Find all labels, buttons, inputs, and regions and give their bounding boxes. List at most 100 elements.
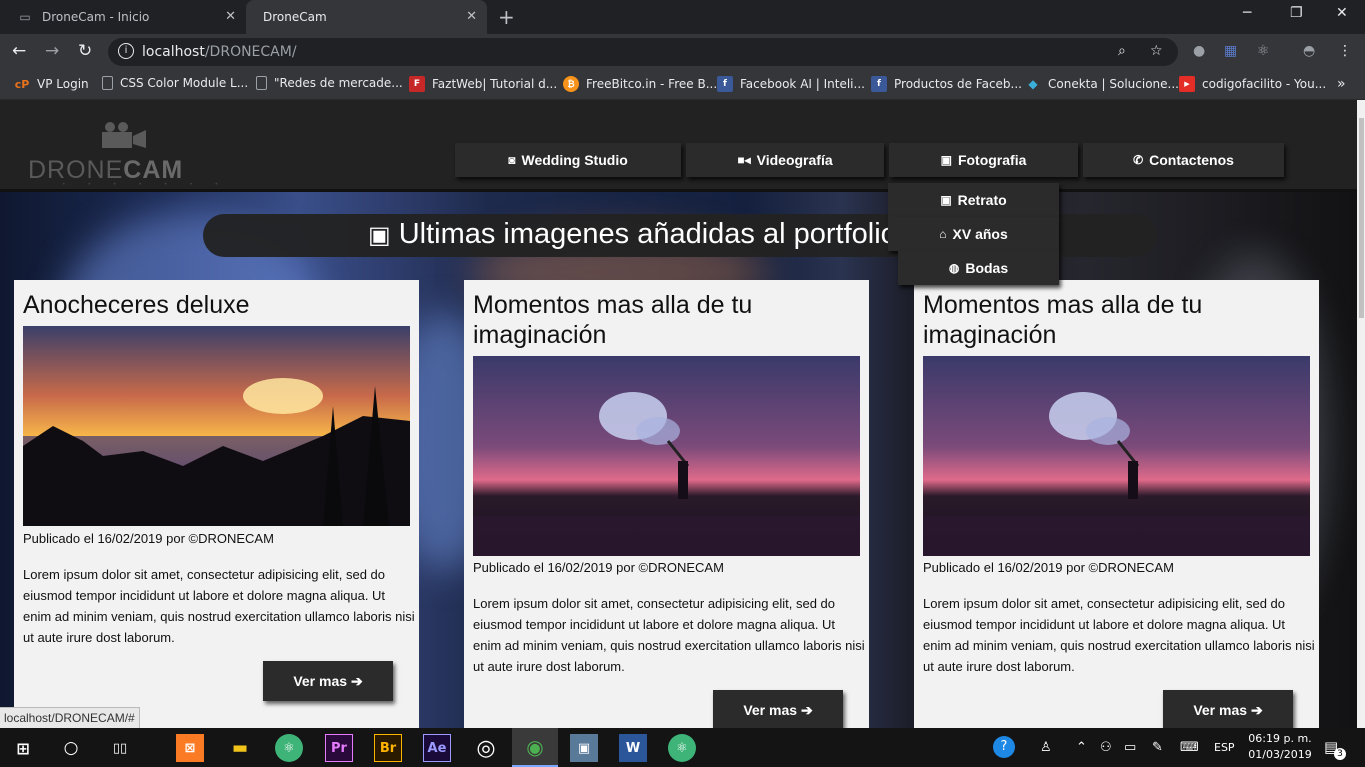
arrow-circle-icon: ➔ xyxy=(800,701,813,718)
incognito-icon[interactable]: ◓ xyxy=(1303,43,1315,59)
bitcoin-icon: ₿ xyxy=(563,76,579,92)
bookmark-facebook-ai[interactable]: f Facebook AI | Inteli... xyxy=(717,76,865,92)
help-icon[interactable]: ? xyxy=(993,736,1015,758)
dropdown-item-bodas[interactable]: ◍ Bodas xyxy=(898,251,1059,285)
target-icon[interactable]: ◎ xyxy=(472,734,500,762)
ver-mas-button[interactable]: Ver mas ➔ xyxy=(1163,690,1293,728)
menu-dots-icon[interactable]: ⋮ xyxy=(1338,43,1352,59)
video-icon: ■◂ xyxy=(737,153,751,167)
browser-tabstrip: ▭ DroneCam - Inicio ✕ DroneCam ✕ + ─ ❐ ✕ xyxy=(0,0,1365,34)
tab-title: DroneCam - Inicio xyxy=(42,10,150,24)
web-page: DRONECAM • • • • • • • ◙ Wedding Studio ■… xyxy=(0,100,1357,728)
premiere-icon[interactable]: Pr xyxy=(325,734,353,762)
bookmark-redes[interactable]: "Redes de mercade... xyxy=(256,76,403,90)
card-body: Lorem ipsum dolor sit amet, consectetur … xyxy=(473,596,865,674)
bookmarks-overflow-button[interactable]: » xyxy=(1337,76,1346,92)
tab-title: DroneCam xyxy=(263,10,327,24)
search-circle-icon[interactable]: ○ xyxy=(57,734,85,762)
arrow-circle-icon: ➔ xyxy=(1250,701,1263,718)
reload-icon[interactable]: ↻ xyxy=(78,41,92,61)
bookmark-star-icon[interactable]: ☆ xyxy=(1150,43,1163,59)
battery-icon[interactable]: ▭ xyxy=(1124,740,1136,755)
card-meta: Publicado el 16/02/2019 por ©DRONECAM xyxy=(923,560,1174,575)
nav-fotografia[interactable]: ▣ Fotografia xyxy=(889,143,1078,177)
conekta-icon: ◆ xyxy=(1028,77,1038,91)
zoom-icon[interactable]: ⌕ xyxy=(1118,43,1126,59)
clock-time: 06:19 p. m. xyxy=(1248,732,1312,745)
people-icon[interactable]: ♙ xyxy=(1040,740,1052,755)
bookmarks-bar: cP VP Login CSS Color Module L... "Redes … xyxy=(0,70,1365,100)
card-meta: Publicado el 16/02/2019 por ©DRONECAM xyxy=(23,531,274,546)
dropdown-item-xv-anos[interactable]: ⌂ XV años xyxy=(888,217,1059,251)
close-icon[interactable]: ✕ xyxy=(466,9,477,24)
page-favicon-icon: ▭ xyxy=(19,10,31,24)
keyboard-icon[interactable]: ⌨ xyxy=(1180,740,1199,755)
back-arrow-icon[interactable]: ← xyxy=(12,41,26,61)
card-body: Lorem ipsum dolor sit amet, consectetur … xyxy=(23,567,415,645)
portfolio-card-1: Anocheceres deluxe Publicado el 16/02/20… xyxy=(14,280,419,728)
notification-count-badge: 3 xyxy=(1334,748,1346,760)
card-body: Lorem ipsum dolor sit amet, consectetur … xyxy=(923,596,1315,674)
info-icon[interactable]: i xyxy=(118,43,134,59)
windows-start-icon[interactable]: ⊞ xyxy=(9,734,37,762)
messenger-extension-icon[interactable]: ● xyxy=(1193,43,1205,59)
react-extension-icon[interactable]: ⚛ xyxy=(1257,43,1270,59)
after-effects-icon[interactable]: Ae xyxy=(423,734,451,762)
image-viewer-icon[interactable]: ▣ xyxy=(570,734,598,762)
restore-button[interactable]: ❐ xyxy=(1290,5,1303,21)
close-icon[interactable]: ✕ xyxy=(225,9,236,24)
bookmark-conekta[interactable]: ◆ Conekta | Solucione... xyxy=(1025,76,1179,92)
scrollbar-thumb[interactable] xyxy=(1359,118,1364,318)
file-explorer-icon[interactable]: ▬ xyxy=(226,734,254,762)
portfolio-card-3: Momentos mas alla de tu imaginación Publ… xyxy=(914,280,1319,728)
faztweb-icon: F xyxy=(409,76,425,92)
chrome-icon[interactable]: ◉ xyxy=(512,728,558,767)
site-header: DRONECAM • • • • • • • ◙ Wedding Studio ■… xyxy=(0,100,1357,192)
card-image-sunset xyxy=(23,326,410,526)
pen-icon[interactable]: ✎ xyxy=(1152,740,1163,755)
banner-title: ▣ Ultimas imagenes añadidas al portfolio xyxy=(368,218,897,250)
bridge-icon[interactable]: Br xyxy=(374,734,402,762)
network-icon[interactable]: ⚇ xyxy=(1100,740,1112,755)
fotografia-dropdown: ▣ Retrato ⌂ XV años ◍ Bodas xyxy=(888,183,1059,285)
nav-contactenos[interactable]: ✆ Contactenos xyxy=(1083,143,1284,177)
dropdown-item-retrato[interactable]: ▣ Retrato xyxy=(888,183,1059,217)
task-view-icon[interactable]: ▯▯ xyxy=(106,734,134,762)
card-image-smoke xyxy=(473,356,860,556)
minimize-button[interactable]: ─ xyxy=(1243,5,1251,21)
bookmark-vp-login[interactable]: cP VP Login xyxy=(14,76,89,92)
camera-logo-icon xyxy=(102,122,146,148)
bookmark-faztweb[interactable]: F FaztWeb| Tutorial d... xyxy=(409,76,557,92)
logo-underline: • • • • • • • xyxy=(62,181,229,188)
bookmark-codigofacilito[interactable]: ▶ codigofacilito - You... xyxy=(1179,76,1326,92)
portfolio-card-2: Momentos mas alla de tu imaginación Publ… xyxy=(464,280,869,728)
language-indicator[interactable]: ESP xyxy=(1214,741,1235,754)
chevron-up-icon[interactable]: ⌃ xyxy=(1076,740,1087,755)
tab-dronecam-inicio[interactable]: ▭ DroneCam - Inicio ✕ xyxy=(0,0,246,34)
youtube-icon: ▶ xyxy=(1179,76,1195,92)
atom-icon-2[interactable]: ⚛ xyxy=(668,734,696,762)
clock-date: 01/03/2019 xyxy=(1248,748,1312,761)
bookmark-css-color[interactable]: CSS Color Module L... xyxy=(102,76,248,90)
people-extension-icon[interactable]: ▦ xyxy=(1224,43,1237,59)
nav-videografia[interactable]: ■◂ Videografía xyxy=(686,143,884,177)
page-icon xyxy=(256,76,267,90)
arrow-circle-icon: ➔ xyxy=(350,672,363,689)
new-tab-button[interactable]: + xyxy=(498,5,515,29)
forward-arrow-icon[interactable]: → xyxy=(45,41,59,61)
xampp-icon[interactable]: ⊠ xyxy=(176,734,204,762)
address-bar[interactable]: i localhost/DRONECAM/ ⌕ ☆ xyxy=(108,38,1178,66)
card-image-smoke xyxy=(923,356,1310,556)
nav-wedding-studio[interactable]: ◙ Wedding Studio xyxy=(455,143,681,177)
bookmark-productos-facebook[interactable]: f Productos de Faceb... xyxy=(871,76,1022,92)
tab-dronecam[interactable]: DroneCam ✕ xyxy=(246,0,487,34)
close-window-button[interactable]: ✕ xyxy=(1336,5,1348,21)
card-title: Momentos mas alla de tu imaginación xyxy=(923,291,1203,349)
ver-mas-button[interactable]: Ver mas ➔ xyxy=(263,661,393,701)
system-clock[interactable]: 06:19 p. m. 01/03/2019 xyxy=(1245,731,1315,763)
ver-mas-button[interactable]: Ver mas ➔ xyxy=(713,690,843,728)
atom-icon[interactable]: ⚛ xyxy=(275,734,303,762)
bookmark-freebitco[interactable]: ₿ FreeBitco.in - Free B... xyxy=(563,76,717,92)
word-icon[interactable]: W xyxy=(619,734,647,762)
facebook-icon: f xyxy=(871,76,887,92)
